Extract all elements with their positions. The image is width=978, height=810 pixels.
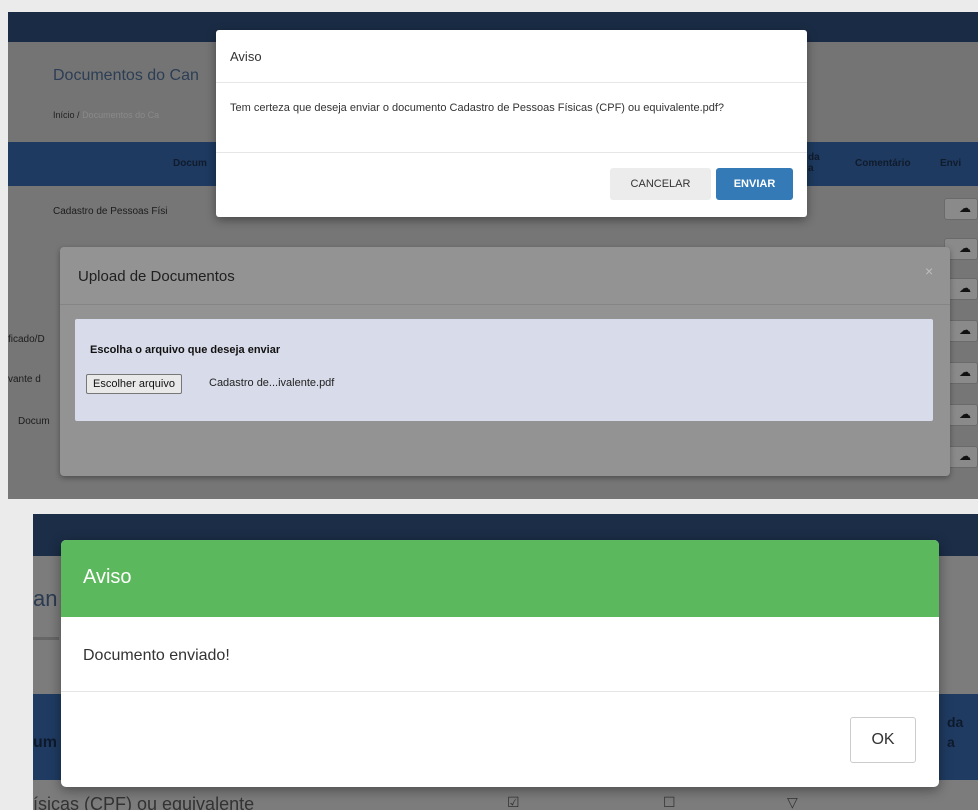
divider (60, 304, 950, 305)
divider (216, 152, 807, 153)
table-header-validated: da a (947, 714, 964, 750)
cloud-upload-icon: ☁ (959, 365, 971, 379)
ok-button[interactable]: OK (850, 717, 916, 763)
close-icon[interactable]: × (925, 263, 933, 279)
cloud-upload-icon: ☁ (959, 241, 971, 255)
send-button[interactable]: ENVIAR (716, 168, 793, 200)
breadcrumb-home[interactable]: Início (53, 110, 75, 120)
confirm-dialog: Aviso Tem certeza que deseja enviar o do… (216, 30, 807, 217)
checkbox-checked-icon[interactable]: ☑ (507, 794, 520, 810)
upload-button[interactable]: ☁ (944, 198, 978, 220)
divider (216, 82, 807, 83)
upload-dialog: Upload de Documentos × Escolha o arquivo… (60, 247, 950, 476)
checkbox-empty-icon[interactable]: ☐ (663, 794, 676, 810)
success-dialog-message: Documento enviado! (83, 647, 230, 664)
table-header-validated: da a (808, 152, 820, 174)
cloud-upload-icon: ☁ (959, 201, 971, 215)
success-dialog-title: Aviso (83, 566, 132, 588)
table-header-document: Docum (173, 158, 207, 169)
table-header-document: um (33, 734, 57, 751)
file-input-label: Escolha o arquivo que deseja enviar (90, 344, 281, 356)
cloud-upload-icon: ☁ (959, 281, 971, 295)
confirm-dialog-message: Tem certeza que deseja enviar o document… (230, 102, 725, 114)
upload-form: Escolha o arquivo que deseja enviar Esco… (75, 319, 933, 421)
confirm-dialog-title: Aviso (230, 49, 262, 64)
background-app-window: Documentos do Can Início / Documentos do… (8, 12, 978, 499)
upload-dialog-title: Upload de Documentos (78, 268, 235, 285)
selected-file-name: Cadastro de...ivalente.pdf (209, 377, 335, 389)
table-row: Cadastro de Pessoas Físi (53, 206, 168, 217)
page-title: Documentos do Can (53, 67, 199, 84)
filter-icon: ▽ (787, 794, 798, 810)
table-row: Docum (18, 416, 50, 427)
divider (61, 691, 939, 692)
success-dialog: Aviso Documento enviado! OK (61, 540, 939, 787)
choose-file-button[interactable]: Escolher arquivo (86, 374, 182, 394)
breadcrumb-current: Documentos do Ca (82, 110, 160, 120)
background-app-window: an um da a ísicas (CPF) ou equivalente ☑… (33, 514, 978, 810)
cloud-upload-icon: ☁ (959, 449, 971, 463)
table-row: ísicas (CPF) ou equivalente (33, 794, 255, 810)
breadcrumb: Início / Documentos do Ca (53, 110, 159, 120)
breadcrumb (33, 637, 59, 640)
table-header-send: Envi (940, 158, 962, 169)
cloud-upload-icon: ☁ (959, 323, 971, 337)
cancel-button[interactable]: CANCELAR (610, 168, 711, 200)
table-row: vante d (8, 374, 41, 385)
page-title: an (33, 586, 58, 611)
success-dialog-header: Aviso (61, 540, 939, 617)
table-row: ficado/D (8, 334, 45, 345)
cloud-upload-icon: ☁ (959, 407, 971, 421)
breadcrumb-separator: / (77, 110, 80, 120)
table-header-comment: Comentário (855, 158, 911, 169)
